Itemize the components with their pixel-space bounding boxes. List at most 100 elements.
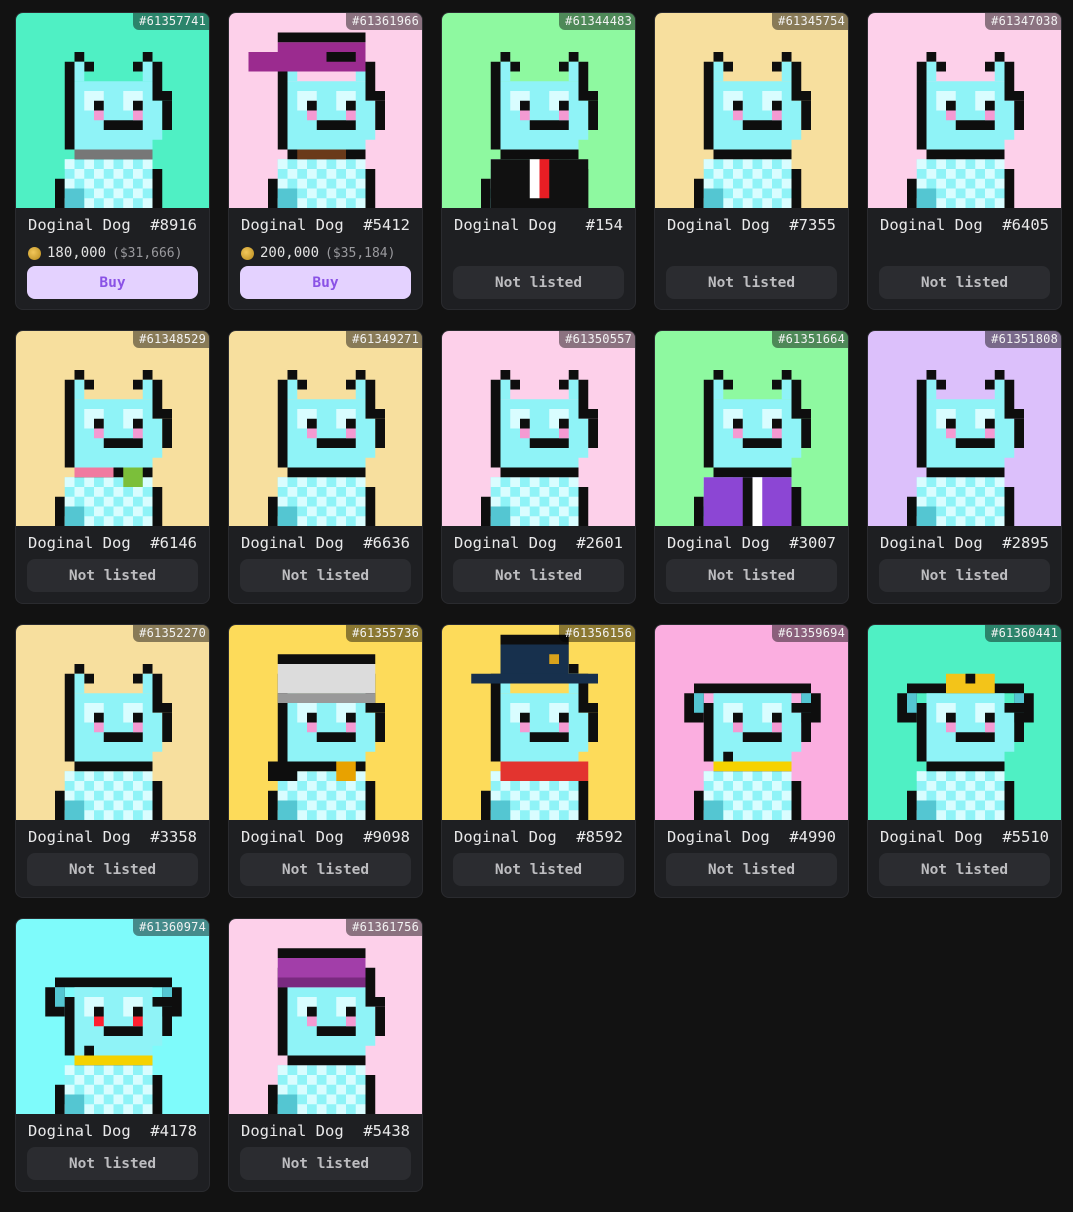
nft-title: Doginal Dog #8916 [16, 216, 209, 236]
dog-pixel-art [16, 331, 209, 526]
nft-card[interactable]: #61349271 Doginal Dog #6636 Not listed [228, 330, 423, 604]
collection-name: Doginal Dog [454, 216, 557, 234]
dog-pixel-art [229, 331, 422, 526]
nft-artwork[interactable]: #61360441 [868, 625, 1061, 820]
nft-card[interactable]: #61347038 Doginal Dog #6405 Not listed [867, 12, 1062, 310]
nft-card[interactable]: #61357741 Doginal Dog #8916 180,000 ($31,666… [15, 12, 210, 310]
not-listed-button[interactable]: Not listed [453, 853, 624, 886]
nft-card[interactable]: #61359694 Doginal Dog #4990 Not listed [654, 624, 849, 898]
nft-card[interactable]: #61351664 Doginal Dog #3007 Not listed [654, 330, 849, 604]
inscription-badge: #61361756 [346, 919, 422, 936]
collection-name: Doginal Dog [880, 534, 983, 552]
inscription-badge: #61345754 [772, 13, 848, 30]
nft-title: Doginal Dog #154 [442, 216, 635, 236]
nft-card[interactable]: #61361756 Doginal Dog #5438 Not listed [228, 918, 423, 1192]
dog-pixel-art [229, 13, 422, 208]
nft-artwork[interactable]: #61347038 [868, 13, 1061, 208]
nft-artwork[interactable]: #61357741 [16, 13, 209, 208]
dog-pixel-art [868, 625, 1061, 820]
not-listed-button[interactable]: Not listed [453, 266, 624, 299]
nft-card[interactable]: #61348529 Doginal Dog #6146 Not listed [15, 330, 210, 604]
collection-name: Doginal Dog [28, 1122, 131, 1140]
nft-card[interactable]: #61361966 Doginal Dog #5412 200,000 ($35,184… [228, 12, 423, 310]
nft-card[interactable]: #61350557 Doginal Dog #2601 Not listed [441, 330, 636, 604]
not-listed-button[interactable]: Not listed [879, 853, 1050, 886]
not-listed-button[interactable]: Not listed [879, 266, 1050, 299]
nft-artwork[interactable]: #61351808 [868, 331, 1061, 526]
not-listed-button[interactable]: Not listed [666, 853, 837, 886]
nft-card[interactable]: #61360974 Doginal Dog #4178 Not listed [15, 918, 210, 1192]
collection-name: Doginal Dog [28, 828, 131, 846]
nft-artwork[interactable]: #61348529 [16, 331, 209, 526]
nft-artwork[interactable]: #61352270 [16, 625, 209, 820]
inscription-badge: #61349271 [346, 331, 422, 348]
nft-artwork[interactable]: #61351664 [655, 331, 848, 526]
inscription-badge: #61352270 [133, 625, 209, 642]
inscription-badge: #61348529 [133, 331, 209, 348]
nft-artwork[interactable]: #61344483 [442, 13, 635, 208]
price-value: 200,000 [260, 245, 320, 261]
token-number: #2601 [576, 534, 623, 552]
nft-title: Doginal Dog #5438 [229, 1122, 422, 1142]
nft-card[interactable]: #61351808 Doginal Dog #2895 Not listed [867, 330, 1062, 604]
inscription-badge: #61356156 [559, 625, 635, 642]
inscription-badge: #61357741 [133, 13, 209, 30]
collection-name: Doginal Dog [241, 828, 344, 846]
collection-name: Doginal Dog [667, 216, 770, 234]
nft-title: Doginal Dog #2601 [442, 534, 635, 554]
not-listed-button[interactable]: Not listed [666, 559, 837, 592]
not-listed-button[interactable]: Not listed [27, 1147, 198, 1180]
nft-title: Doginal Dog #7355 [655, 216, 848, 236]
nft-artwork[interactable]: #61350557 [442, 331, 635, 526]
token-number: #9098 [363, 828, 410, 846]
not-listed-button[interactable]: Not listed [453, 559, 624, 592]
dog-pixel-art [655, 13, 848, 208]
nft-title: Doginal Dog #3007 [655, 534, 848, 554]
not-listed-button[interactable]: Not listed [240, 559, 411, 592]
nft-card[interactable]: #61360441 Doginal Dog #5510 Not listed [867, 624, 1062, 898]
collection-grid: #61357741 Doginal Dog #8916 180,000 ($31,666… [15, 12, 1062, 1212]
nft-artwork[interactable]: #61359694 [655, 625, 848, 820]
nft-card[interactable]: #61352270 Doginal Dog #3358 Not listed [15, 624, 210, 898]
nft-card[interactable]: #61344483 Doginal Dog #154 Not listed [441, 12, 636, 310]
collection-name: Doginal Dog [454, 534, 557, 552]
nft-artwork[interactable]: #61361966 [229, 13, 422, 208]
dog-pixel-art [442, 625, 635, 820]
token-number: #154 [585, 216, 623, 234]
not-listed-button[interactable]: Not listed [27, 559, 198, 592]
token-number: #3007 [789, 534, 836, 552]
price-value: 180,000 [47, 245, 107, 261]
dog-pixel-art [442, 331, 635, 526]
nft-artwork[interactable]: #61356156 [442, 625, 635, 820]
token-number: #6636 [363, 534, 410, 552]
nft-artwork[interactable]: #61361756 [229, 919, 422, 1114]
inscription-badge: #61355736 [346, 625, 422, 642]
buy-button[interactable]: Buy [27, 266, 198, 299]
nft-card[interactable]: #61355736 Doginal Dog #9098 Not listed [228, 624, 423, 898]
token-number: #7355 [789, 216, 836, 234]
nft-card[interactable]: #61356156 Doginal Dog #8592 Not listed [441, 624, 636, 898]
buy-button[interactable]: Buy [240, 266, 411, 299]
not-listed-button[interactable]: Not listed [879, 559, 1050, 592]
nft-artwork[interactable]: #61355736 [229, 625, 422, 820]
nft-title: Doginal Dog #4178 [16, 1122, 209, 1142]
not-listed-button[interactable]: Not listed [240, 853, 411, 886]
nft-artwork[interactable]: #61360974 [16, 919, 209, 1114]
nft-title: Doginal Dog #5510 [868, 828, 1061, 848]
nft-artwork[interactable]: #61345754 [655, 13, 848, 208]
token-number: #4178 [150, 1122, 197, 1140]
not-listed-button[interactable]: Not listed [666, 266, 837, 299]
token-number: #4990 [789, 828, 836, 846]
nft-artwork[interactable]: #61349271 [229, 331, 422, 526]
collection-name: Doginal Dog [667, 534, 770, 552]
not-listed-button[interactable]: Not listed [27, 853, 198, 886]
nft-title: Doginal Dog #6146 [16, 534, 209, 554]
not-listed-button[interactable]: Not listed [240, 1147, 411, 1180]
inscription-badge: #61361966 [346, 13, 422, 30]
nft-card[interactable]: #61345754 Doginal Dog #7355 Not listed [654, 12, 849, 310]
dog-pixel-art [868, 331, 1061, 526]
inscription-badge: #61347038 [985, 13, 1061, 30]
dog-pixel-art [16, 919, 209, 1114]
inscription-badge: #61344483 [559, 13, 635, 30]
collection-name: Doginal Dog [28, 534, 131, 552]
